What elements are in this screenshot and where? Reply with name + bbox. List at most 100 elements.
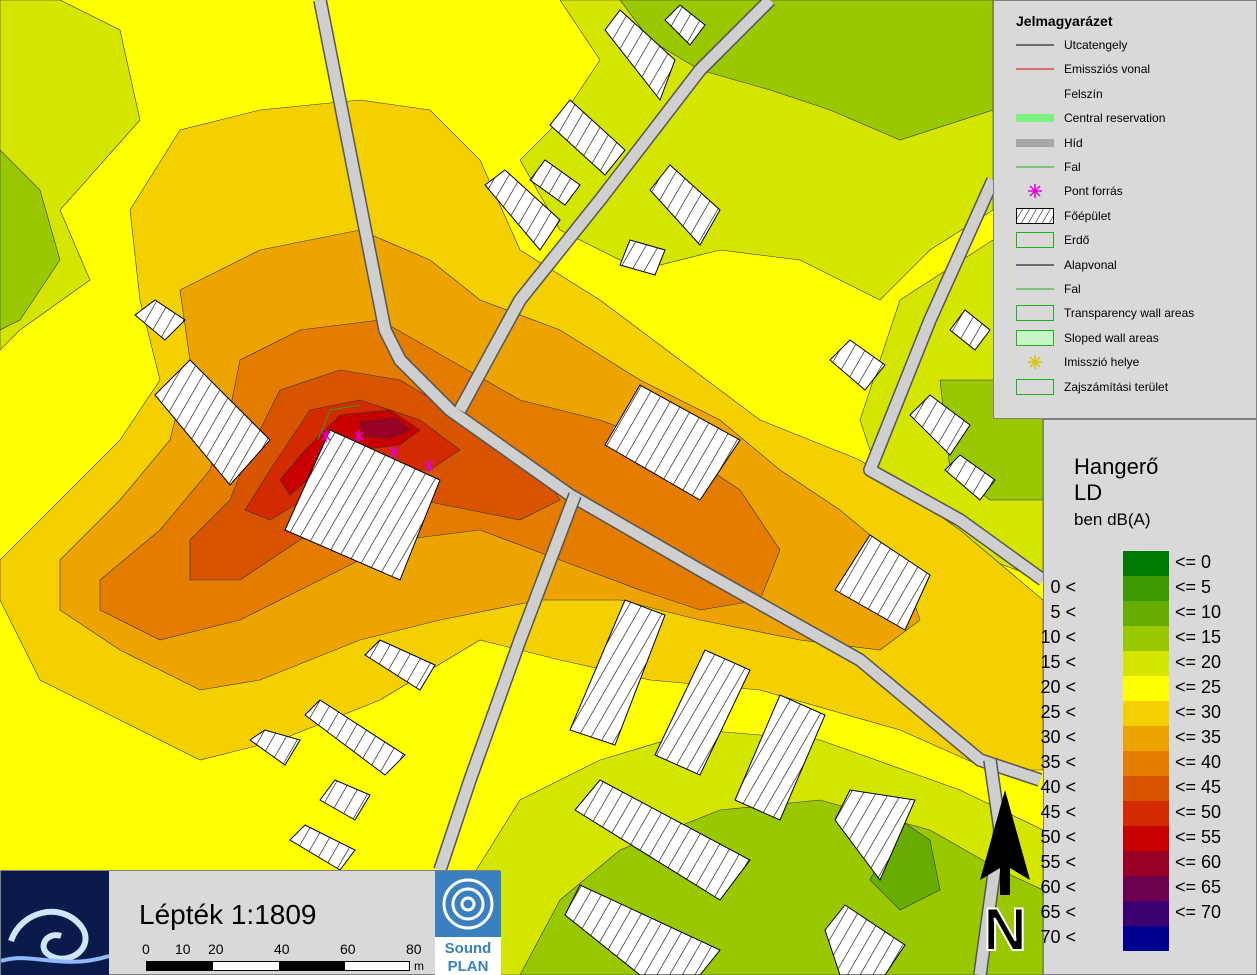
color-scale-upper-bound: <= 40 xyxy=(1175,752,1222,772)
legend-item: Pont forrás xyxy=(994,181,1257,201)
color-scale-swatch xyxy=(1123,901,1169,926)
legend-title: Jelmagyarázet xyxy=(1016,13,1113,29)
color-scale-swatch xyxy=(1123,626,1169,651)
color-scale-lower-bound: 0 < xyxy=(1050,577,1076,597)
color-scale-swatch xyxy=(1123,926,1169,951)
color-scale-lower-bound: 15 < xyxy=(1040,652,1076,672)
legend-item: Imisszió helye xyxy=(994,352,1257,372)
legend-item: Fal xyxy=(994,157,1257,177)
scale-tick-label: 10 xyxy=(175,941,191,957)
scale-bar xyxy=(146,961,410,971)
color-scale-swatch xyxy=(1123,876,1169,901)
legend-item: Főépület xyxy=(994,206,1257,226)
soundplan-logo: Sound PLAN xyxy=(435,871,501,975)
color-scale-upper-bound: <= 45 xyxy=(1175,777,1222,797)
legend-item-label: Fal xyxy=(1064,160,1081,174)
soundplan-swirl-icon: Sound PLAN xyxy=(435,871,501,975)
color-scale-upper-bound: <= 30 xyxy=(1175,702,1222,722)
line-black-icon xyxy=(1016,257,1054,273)
color-scale-upper-bound: <= 0 xyxy=(1175,552,1212,572)
north-arrow-icon: N xyxy=(980,790,1030,960)
legend-item: Emissziós vonal xyxy=(994,59,1257,79)
color-scale-title: Hangerő LD xyxy=(1074,454,1158,506)
color-scale-swatch xyxy=(1123,751,1169,776)
blank-icon xyxy=(1016,86,1054,102)
color-scale-lower-bound: 40 < xyxy=(1040,777,1076,797)
legend-item-label: Transparency wall areas xyxy=(1064,306,1195,321)
scale-tick-label: 20 xyxy=(208,941,224,957)
color-scale-upper-bound: <= 60 xyxy=(1175,852,1222,872)
color-scale-swatch xyxy=(1123,776,1169,801)
color-scale-upper-bound: <= 5 xyxy=(1175,577,1212,597)
legend-item: Fal xyxy=(994,279,1257,299)
scale-tick-label: 0 xyxy=(142,941,150,957)
light-green-box-icon xyxy=(1016,329,1054,346)
wave-logo-icon xyxy=(1,871,109,975)
legend-panel: Jelmagyarázet Utcatengely Emissziós vonal… xyxy=(993,0,1257,419)
color-scale-lower-bound: 25 < xyxy=(1040,702,1076,722)
color-scale-lower-bound: 55 < xyxy=(1040,852,1076,872)
legend-item-label: Emissziós vonal xyxy=(1064,62,1151,77)
legend-item-label: Sloped wall areas xyxy=(1064,330,1159,345)
legend-item-label: Alapvonal xyxy=(1064,257,1117,272)
color-scale-lower-bound: 20 < xyxy=(1040,677,1076,697)
noise-map-window: Jelmagyarázet Utcatengely Emissziós vonal… xyxy=(0,0,1257,975)
legend-item: Felszín xyxy=(994,84,1257,104)
legend-item: Híd xyxy=(994,133,1257,153)
scale-tick-label: 40 xyxy=(274,941,290,957)
green-outline-box-icon xyxy=(1016,232,1054,249)
color-scale-subtitle: ben dB(A) xyxy=(1074,510,1151,529)
color-scale-lower-bound: 10 < xyxy=(1040,627,1076,647)
color-scale-swatch xyxy=(1123,726,1169,751)
color-scale-swatch xyxy=(1123,551,1169,576)
asterisk-yellow-icon xyxy=(1016,354,1054,370)
color-scale-swatch xyxy=(1123,801,1169,826)
color-scale-lower-bound: 50 < xyxy=(1040,827,1076,847)
color-scale-swatch xyxy=(1123,826,1169,851)
logo-line1: Sound xyxy=(445,940,492,957)
legend-item-label: Főépület xyxy=(1064,208,1111,223)
color-scale-swatch xyxy=(1123,576,1169,601)
scale-tick-label: 60 xyxy=(340,941,356,957)
north-letter: N xyxy=(983,896,1026,960)
line-green-icon xyxy=(1016,159,1054,175)
legend-item: Utcatengely xyxy=(994,35,1257,55)
color-scale-upper-bound: <= 70 xyxy=(1175,902,1222,922)
legend-item-label: Erdő xyxy=(1064,233,1090,248)
legend-item-label: Central reservation xyxy=(1064,111,1166,126)
color-scale-lower-bound: 35 < xyxy=(1040,752,1076,772)
color-scale-lower-bound: 60 < xyxy=(1040,877,1076,897)
color-scale-title-line2: LD xyxy=(1074,480,1103,505)
legend-item-label: Utcatengely xyxy=(1064,38,1128,52)
legend-item: Transparency wall areas xyxy=(994,303,1257,323)
scale-tick-label: 80 xyxy=(406,941,422,957)
line-green-icon xyxy=(1016,281,1054,297)
color-scale-panel: Hangerő LD ben dB(A) <= 0 0 < <= 5 5 < <= 10… xyxy=(1040,419,1257,975)
logo-line2: PLAN xyxy=(448,958,489,975)
legend-item: Zajszámítási terület xyxy=(994,377,1257,397)
legend-item-label: Imisszió helye xyxy=(1064,355,1140,370)
green-outline-box-icon xyxy=(1016,378,1054,395)
legend-item-label: Híd xyxy=(1064,135,1083,150)
color-scale-lower-bound: 65 < xyxy=(1040,902,1076,922)
bar-grey-icon xyxy=(1016,135,1054,151)
legend-item: Central reservation xyxy=(994,108,1257,128)
legend-item-label: Zajszámítási terület xyxy=(1064,379,1169,394)
line-black-icon xyxy=(1016,37,1054,53)
legend-item-label: Fal xyxy=(1064,282,1081,296)
color-scale-lower-bound: 5 < xyxy=(1050,602,1076,622)
scale-unit: m xyxy=(414,959,424,973)
scale-label: Lépték 1:1809 xyxy=(139,899,317,930)
color-scale-upper-bound: <= 10 xyxy=(1175,602,1222,622)
color-scale-title-line1: Hangerő xyxy=(1074,454,1159,479)
legend-item: Sloped wall areas xyxy=(994,328,1257,348)
color-scale-lower-bound: 70 < xyxy=(1040,927,1076,947)
green-outline-box-icon xyxy=(1016,305,1054,322)
color-scale-swatch xyxy=(1123,676,1169,701)
color-scale-upper-bound: <= 65 xyxy=(1175,877,1222,897)
legend-item-label: Pont forrás xyxy=(1064,184,1123,199)
color-scale-upper-bound: <= 20 xyxy=(1175,652,1222,672)
color-scale-swatch xyxy=(1123,651,1169,676)
color-scale-upper-bound: <= 50 xyxy=(1175,802,1222,822)
bar-green-icon xyxy=(1016,110,1054,126)
